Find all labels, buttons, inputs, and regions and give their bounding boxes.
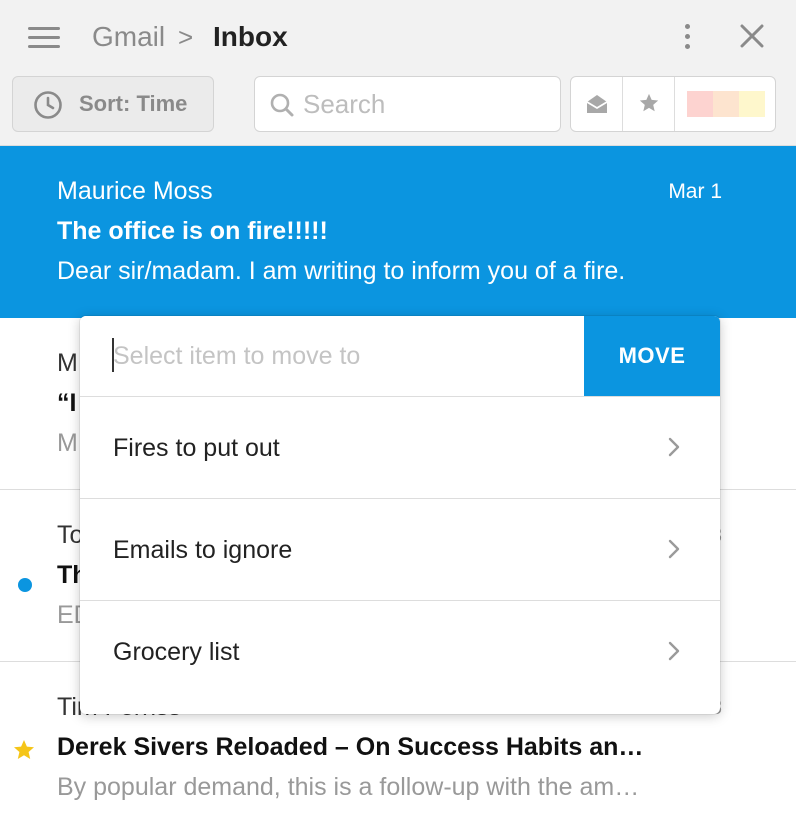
- search-input[interactable]: [303, 87, 553, 121]
- email-date: Mar 1: [668, 180, 722, 203]
- label-swatch[interactable]: [713, 91, 739, 117]
- open-envelope-icon: [586, 95, 608, 113]
- move-option-label: Fires to put out: [113, 434, 280, 462]
- move-option-label: Emails to ignore: [113, 536, 293, 564]
- sort-label: Sort: Time: [79, 91, 188, 116]
- chevron-right-icon: [668, 437, 680, 457]
- star-icon[interactable]: [12, 738, 36, 762]
- email-row[interactable]: Maurice Moss Mar 1 The office is on fire…: [0, 146, 796, 318]
- close-icon[interactable]: [736, 20, 768, 52]
- chevron-right-icon: [668, 539, 680, 559]
- move-option-ignore[interactable]: Emails to ignore: [80, 498, 720, 600]
- move-option-fires[interactable]: Fires to put out: [80, 396, 720, 498]
- move-option-grocery[interactable]: Grocery list: [80, 600, 720, 702]
- label-color-filter[interactable]: [687, 91, 765, 117]
- email-subject: Derek Sivers Reloaded – On Success Habit…: [57, 733, 644, 761]
- label-swatch[interactable]: [687, 91, 713, 117]
- text-cursor: [112, 338, 114, 372]
- email-subject: “I: [57, 389, 77, 417]
- label-swatch[interactable]: [739, 91, 765, 117]
- email-preview: M: [57, 429, 78, 457]
- email-sender: M: [57, 349, 78, 377]
- email-sender: Maurice Moss: [57, 177, 213, 205]
- read-filter-button[interactable]: [571, 77, 623, 131]
- app-header: Gmail > Inbox Sort: Time: [0, 0, 796, 146]
- chevron-right-icon: [668, 641, 680, 661]
- search-box[interactable]: [254, 76, 561, 132]
- breadcrumb-gmail[interactable]: Gmail: [92, 20, 165, 54]
- search-icon: [270, 93, 294, 117]
- more-vertical-icon[interactable]: [680, 24, 696, 50]
- move-to-popup: MOVE Fires to put out Emails to ignore G…: [80, 316, 720, 714]
- move-option-label: Grocery list: [113, 638, 240, 666]
- move-button[interactable]: MOVE: [584, 316, 720, 396]
- unread-indicator: [18, 578, 32, 592]
- email-subject: The office is on fire!!!!!: [57, 217, 328, 245]
- star-filter-button[interactable]: [623, 77, 675, 131]
- breadcrumb-separator: >: [178, 22, 194, 52]
- filter-group: [570, 76, 776, 132]
- email-preview: Dear sir/madam. I am writing to inform y…: [57, 257, 626, 285]
- hamburger-icon[interactable]: [28, 26, 60, 48]
- sort-button[interactable]: Sort: Time: [12, 76, 214, 132]
- clock-icon: [34, 91, 62, 119]
- move-target-input[interactable]: [80, 316, 584, 396]
- page-title: Inbox: [213, 21, 288, 52]
- email-preview: By popular demand, this is a follow-up w…: [57, 773, 640, 801]
- star-icon: [639, 93, 659, 112]
